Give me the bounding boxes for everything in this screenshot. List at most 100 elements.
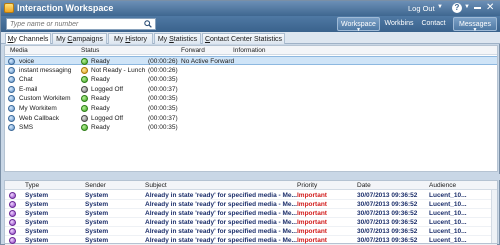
media-channel-icon <box>8 58 15 65</box>
message-audience: Lucent_10... <box>429 201 467 208</box>
message-audience: Lucent_10... <box>429 192 467 199</box>
media-status: Ready <box>91 105 110 112</box>
message-subject: Already in state 'ready' for specified m… <box>145 228 297 235</box>
message-type: System <box>25 201 49 208</box>
messages-scrollbar[interactable] <box>491 190 497 243</box>
media-channel-icon <box>8 85 15 93</box>
media-status-duration: (00:00:26) <box>148 66 178 74</box>
help-chevron-down-icon[interactable]: ▼ <box>464 4 470 10</box>
tab-my-history[interactable]: My History <box>108 33 153 44</box>
message-row[interactable]: System System Already in state 'ready' for… <box>5 227 497 236</box>
type-column-header[interactable]: Type <box>25 182 39 189</box>
message-sender: System <box>85 228 109 235</box>
subject-column-header[interactable]: Subject <box>145 182 167 189</box>
media-row[interactable]: Chat Ready (00:00:35) <box>5 75 497 84</box>
media-status: Logged Off <box>91 85 124 93</box>
search-input[interactable] <box>10 19 138 29</box>
message-row[interactable]: System System Already in state 'ready' for… <box>5 218 497 227</box>
message-subject: Already in state 'ready' for specified m… <box>145 201 297 208</box>
media-row[interactable]: voice Ready (00:00:26) No Active Forward <box>5 56 497 65</box>
message-type: System <box>25 228 49 235</box>
media-channel-icon <box>8 66 15 74</box>
media-status: Ready <box>91 76 110 84</box>
tab-my-channels[interactable]: My Channels <box>5 33 51 44</box>
status-indicator-icon <box>81 66 88 74</box>
priority-column-header[interactable]: Priority <box>297 182 317 189</box>
audience-column-header[interactable]: Audience <box>429 182 456 189</box>
message-row[interactable]: System System Already in state 'ready' for… <box>5 209 497 218</box>
message-type-icon <box>9 237 16 244</box>
message-sender: System <box>85 237 109 244</box>
window-title: Interaction Workspace <box>17 3 114 13</box>
sender-column-header[interactable]: Sender <box>85 182 106 189</box>
media-row[interactable]: SMS Ready (00:00:35) <box>5 123 497 132</box>
message-type-icon <box>9 192 16 199</box>
contact-button[interactable]: Contact <box>420 17 447 31</box>
media-row[interactable]: E-mail Logged Off (00:00:37) <box>5 85 497 94</box>
message-date: 30/07/2013 09:36:52 <box>357 237 418 244</box>
message-subject: Already in state 'ready' for specified m… <box>145 219 297 226</box>
message-type-icon <box>9 210 16 217</box>
message-audience: Lucent_10... <box>429 228 467 235</box>
status-indicator-icon <box>81 76 88 84</box>
status-indicator-icon <box>81 114 88 122</box>
media-forward: No Active Forward <box>181 58 235 65</box>
media-channel-icon <box>8 76 15 84</box>
tab-contact-center-statistics[interactable]: Contact Center Statistics <box>202 33 285 44</box>
app-logo-icon <box>4 3 14 13</box>
workbins-button[interactable]: Workbins <box>384 17 414 31</box>
message-subject: Already in state 'ready' for specified m… <box>145 237 297 244</box>
date-column-header[interactable]: Date <box>357 182 371 189</box>
message-type: System <box>25 237 49 244</box>
media-status: Logged Off <box>91 114 124 122</box>
tab-my-statistics[interactable]: My Statistics <box>154 33 201 44</box>
media-row[interactable]: Custom Workitem Ready (00:00:35) <box>5 94 497 103</box>
message-priority: Important <box>297 210 327 217</box>
message-subject: Already in state 'ready' for specified m… <box>145 192 297 199</box>
workspace-button[interactable]: Workspace ▼ <box>337 17 380 33</box>
status-indicator-icon <box>81 95 88 103</box>
media-grid: Media Status Forward Information voice Re… <box>4 45 498 172</box>
status-indicator-icon <box>81 58 88 65</box>
logout-button[interactable]: Log Out <box>408 4 435 13</box>
status-column-header[interactable]: Status <box>81 47 99 54</box>
message-type: System <box>25 219 49 226</box>
help-icon[interactable]: ? <box>452 3 462 13</box>
media-name: instant messaging <box>19 66 72 74</box>
close-button[interactable]: ✕ <box>486 2 494 13</box>
message-audience: Lucent_10... <box>429 219 467 226</box>
media-name: My Workitem <box>19 105 57 112</box>
message-audience: Lucent_10... <box>429 210 467 217</box>
message-row[interactable]: System System Already in state 'ready' for… <box>5 191 497 200</box>
message-sender: System <box>85 201 109 208</box>
media-row[interactable]: instant messaging Not Ready - Lunch (00:00… <box>5 66 497 75</box>
media-status: Ready <box>91 95 110 103</box>
media-name: Web Callback <box>19 114 59 122</box>
message-type-icon <box>9 228 16 235</box>
media-row[interactable]: Web Callback Logged Off (00:00:37) <box>5 114 497 123</box>
message-row[interactable]: System System Already in state 'ready' for… <box>5 236 497 245</box>
forward-column-header[interactable]: Forward <box>181 47 205 54</box>
search-box[interactable] <box>6 18 156 30</box>
tab-bar: My Channels My Campaigns My History My S… <box>1 32 500 44</box>
media-name: E-mail <box>19 85 38 93</box>
media-status-duration: (00:00:37) <box>148 85 178 93</box>
message-date: 30/07/2013 09:36:52 <box>357 192 418 199</box>
message-date: 30/07/2013 09:36:52 <box>357 210 418 217</box>
search-icon[interactable] <box>144 20 152 28</box>
message-sender: System <box>85 210 109 217</box>
message-audience: Lucent_10... <box>429 237 467 244</box>
message-priority: Important <box>297 201 327 208</box>
message-row[interactable]: System System Already in state 'ready' for… <box>5 200 497 209</box>
tab-my-campaigns[interactable]: My Campaigns <box>52 33 107 44</box>
media-status-duration: (00:00:37) <box>148 114 178 122</box>
media-column-header[interactable]: Media <box>10 47 28 54</box>
media-row[interactable]: My Workitem Ready (00:00:35) <box>5 104 497 113</box>
status-indicator-icon <box>81 124 88 132</box>
media-status: Ready <box>91 124 110 132</box>
information-column-header[interactable]: Information <box>233 47 266 54</box>
minimize-button[interactable] <box>474 7 481 9</box>
logout-chevron-down-icon[interactable]: ▼ <box>437 4 443 10</box>
messages-button[interactable]: Messages ▼ <box>453 17 497 33</box>
media-channel-icon <box>8 105 15 112</box>
